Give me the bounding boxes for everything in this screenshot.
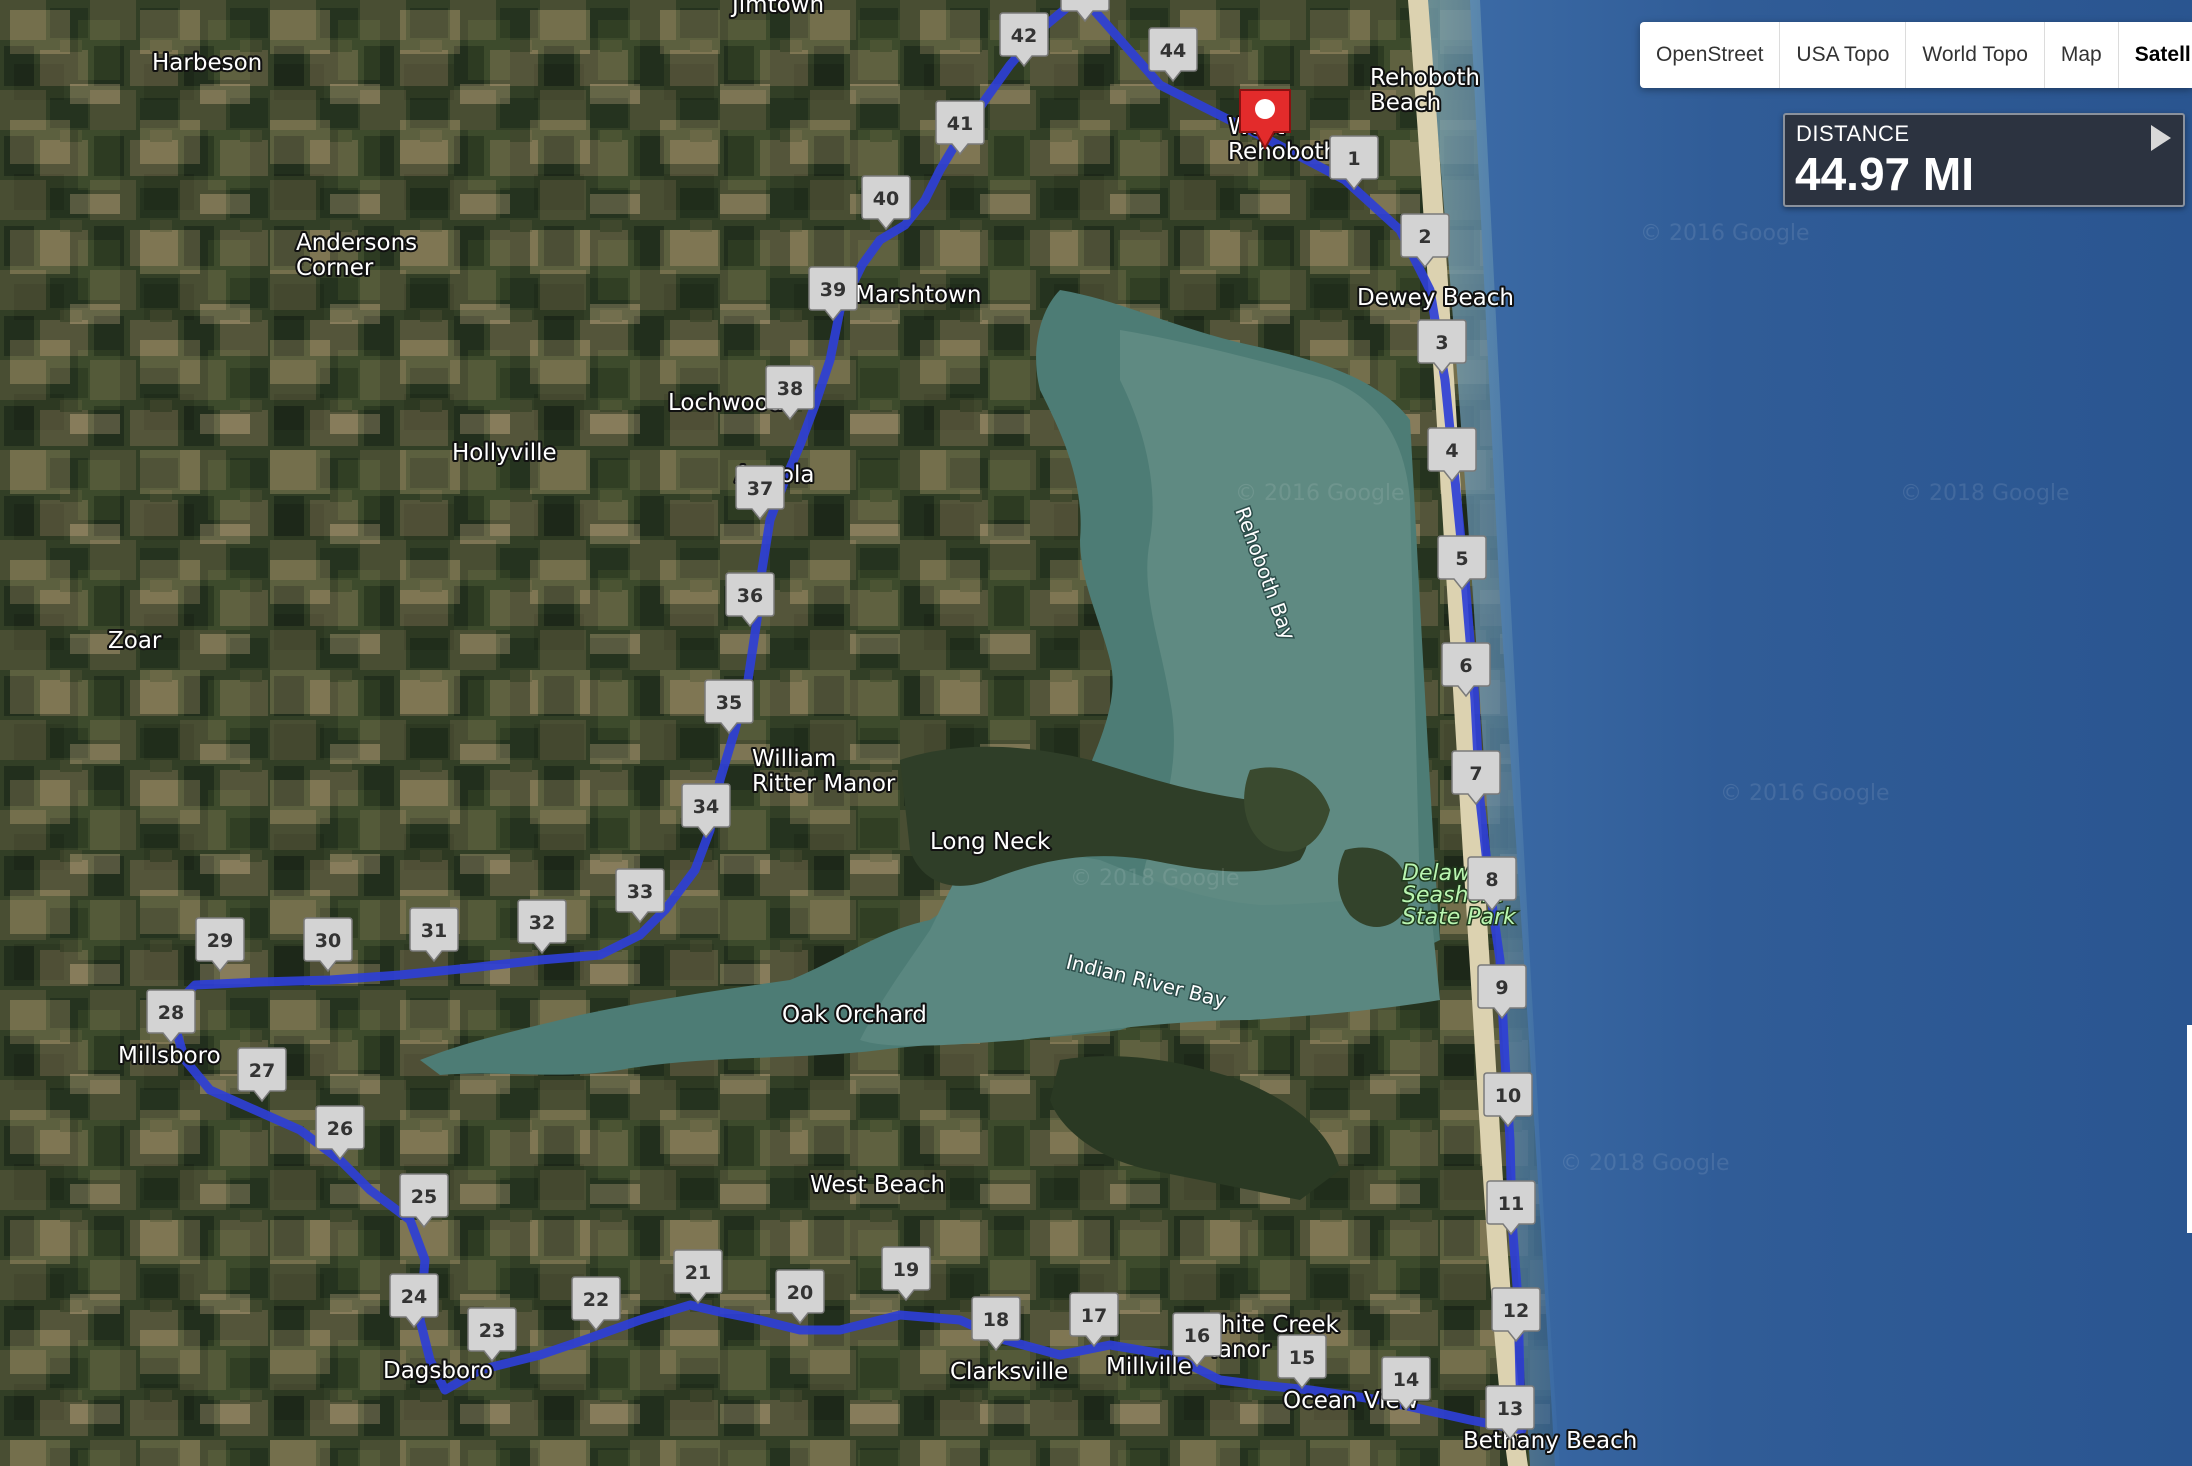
mile-marker-label: 19 <box>893 1259 919 1281</box>
mile-marker-label: 24 <box>401 1286 427 1308</box>
mile-marker-label: 3 <box>1435 332 1448 354</box>
mile-marker-label: 40 <box>873 188 899 210</box>
layer-button[interactable]: Satellite <box>2119 22 2192 88</box>
mile-marker-label: 16 <box>1184 1325 1210 1347</box>
mile-marker-label: 15 <box>1289 1347 1315 1369</box>
place-label: Zoar <box>108 628 162 654</box>
layer-button[interactable]: OpenStreet <box>1640 22 1781 88</box>
mile-marker-label: 29 <box>207 930 233 952</box>
place-label: West Beach <box>810 1172 945 1198</box>
mile-marker-label: 1 <box>1347 148 1360 170</box>
mile-marker-label: 42 <box>1011 25 1037 47</box>
place-label: Harbeson <box>152 50 262 76</box>
mile-marker-label: 32 <box>529 912 555 934</box>
place-label: Oak Orchard <box>782 1002 927 1028</box>
distance-value: 44.97 MI <box>1795 148 1974 200</box>
imagery-watermark: © 2018 Google <box>1560 1151 1730 1176</box>
mile-marker-label: 44 <box>1160 40 1186 62</box>
mile-marker-label: 9 <box>1495 977 1508 999</box>
place-label: Hollyville <box>452 440 557 466</box>
place-label: Clarksville <box>950 1359 1068 1385</box>
mile-marker-label: 2 <box>1418 226 1431 248</box>
imagery-watermark: © 2016 Google <box>1720 781 1890 806</box>
mile-marker-label: 33 <box>627 881 653 903</box>
imagery-watermark: © 2018 Google <box>1900 481 2070 506</box>
mile-marker-label: 7 <box>1469 763 1482 785</box>
mile-marker-label: 23 <box>479 1320 505 1342</box>
imagery-watermark: © 2016 Google <box>1235 481 1405 506</box>
mile-marker-label: 41 <box>947 113 973 135</box>
mile-marker-label: 31 <box>421 920 447 942</box>
mile-marker-label: 26 <box>327 1118 353 1140</box>
play-triangle-icon[interactable] <box>2151 125 2171 151</box>
mile-marker-label: 4 <box>1445 440 1458 462</box>
mile-marker-label: 11 <box>1498 1193 1524 1215</box>
mile-marker-label: 14 <box>1393 1369 1419 1391</box>
mile-marker-label: 43 <box>1072 0 1098 2</box>
distance-label: DISTANCE <box>1796 121 1910 146</box>
place-label: Marshtown <box>855 282 981 308</box>
mile-marker-label: 5 <box>1455 548 1468 570</box>
layer-button[interactable]: Map <box>2045 22 2119 88</box>
mile-marker-label: 38 <box>777 378 803 400</box>
imagery-watermark: © 2016 Google <box>1640 221 1810 246</box>
mile-marker-label: 13 <box>1497 1398 1523 1420</box>
mile-marker-label: 37 <box>747 478 773 500</box>
distance-panel: DISTANCE 44.97 MI <box>1783 113 2185 207</box>
place-label: Dagsboro <box>383 1358 493 1384</box>
mile-marker-label: 12 <box>1503 1300 1529 1322</box>
layer-button[interactable]: USA Topo <box>1780 22 1907 88</box>
mile-marker-label: 22 <box>583 1289 609 1311</box>
place-label: Dewey Beach <box>1357 285 1514 311</box>
mile-marker-label: 20 <box>787 1282 813 1304</box>
place-label: Millsboro <box>118 1043 221 1069</box>
basemap-switcher: OpenStreetUSA TopoWorld TopoMapSatellite <box>1640 22 2192 88</box>
mile-marker-label: 10 <box>1495 1085 1521 1107</box>
mile-marker-label: 28 <box>158 1002 184 1024</box>
layer-button[interactable]: World Topo <box>1906 22 2045 88</box>
mile-marker-label: 30 <box>315 930 341 952</box>
imagery-watermark: © 2018 Google <box>1070 866 1240 891</box>
side-panel-edge[interactable] <box>2187 1025 2192 1233</box>
mile-marker-label: 17 <box>1081 1305 1107 1327</box>
mile-marker-label: 18 <box>983 1309 1009 1331</box>
mile-marker-label: 21 <box>685 1262 711 1284</box>
mile-marker-label: 27 <box>249 1060 275 1082</box>
mile-marker-label: 34 <box>693 796 719 818</box>
mile-marker-label: 6 <box>1459 655 1472 677</box>
mile-marker-label: 36 <box>737 585 763 607</box>
mile-marker-label: 35 <box>716 692 742 714</box>
place-label: Jimtown <box>730 0 824 18</box>
place-label: Bethany Beach <box>1463 1428 1637 1454</box>
mile-marker-label: 39 <box>820 279 846 301</box>
place-label: Long Neck <box>930 829 1051 855</box>
mile-marker-label: 25 <box>411 1186 437 1208</box>
place-label: Millville <box>1106 1354 1192 1380</box>
mile-marker-label: 8 <box>1485 869 1498 891</box>
satellite-map[interactable]: HarbesonJimtownAndersons CornerRehoboth Be… <box>0 0 2192 1466</box>
